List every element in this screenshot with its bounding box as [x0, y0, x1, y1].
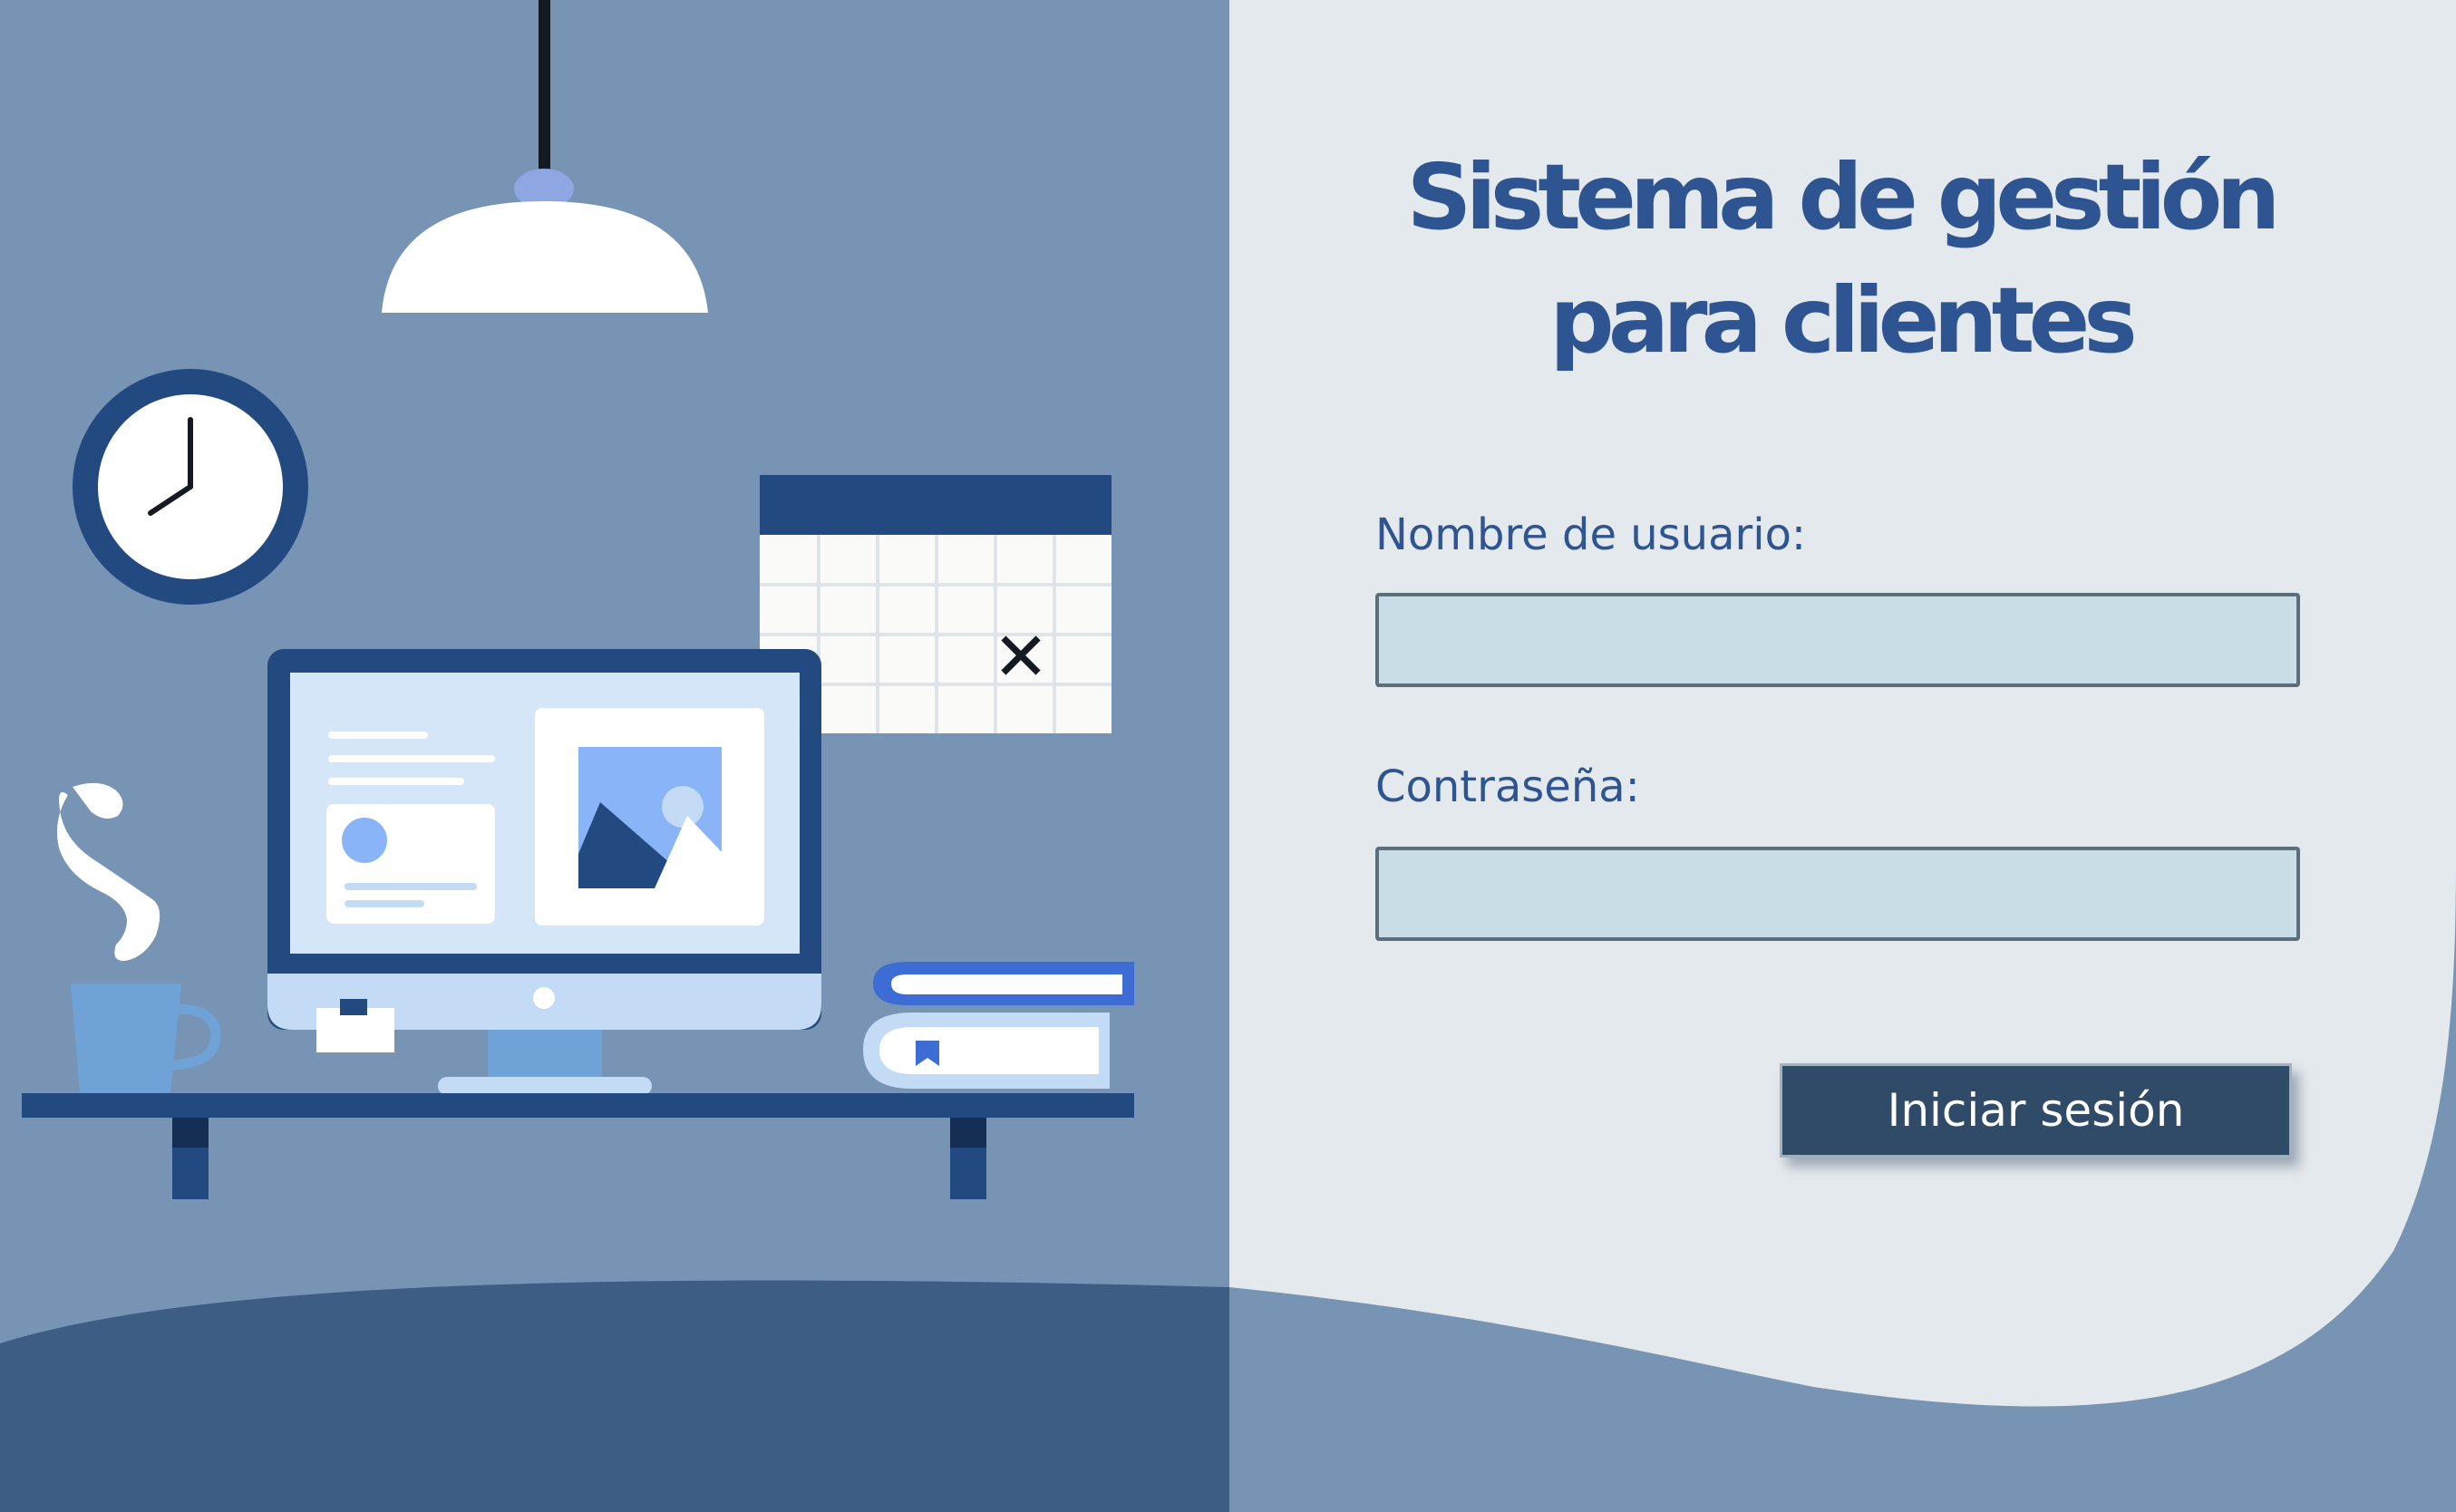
username-field[interactable] — [1375, 593, 2300, 687]
calendar-mark-icon: ✕ — [993, 618, 1049, 696]
password-field[interactable] — [1375, 847, 2300, 941]
wall-clock-icon — [73, 369, 308, 605]
book-stack-icon — [863, 962, 1134, 1089]
floor — [0, 1280, 1229, 1512]
login-button[interactable]: Iniciar sesión — [1780, 1063, 2292, 1158]
title-line-1: Sistema de gestión — [1406, 144, 2280, 250]
username-label: Nombre de usuario: — [1375, 509, 1807, 560]
title-line-2: para clientes — [1549, 267, 2138, 373]
password-label: Contraseña: — [1375, 761, 1640, 812]
login-screen: ✕ Sistema de gestión para clientes Nombr… — [0, 0, 2456, 1512]
page-title: Sistema de gestión para clientes — [1342, 136, 2339, 383]
